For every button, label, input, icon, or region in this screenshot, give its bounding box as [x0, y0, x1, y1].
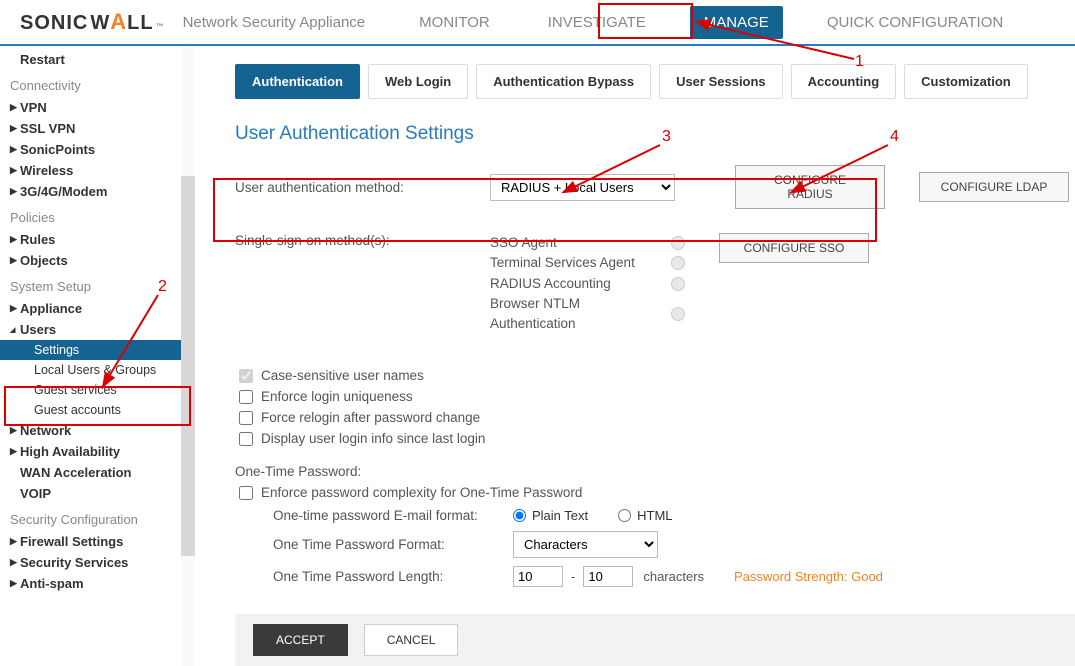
status-icon: [671, 256, 685, 270]
configure-sso-button[interactable]: CONFIGURE SSO: [719, 233, 869, 263]
nav-investigate[interactable]: INVESTIGATE: [534, 6, 660, 39]
case-sensitive-checkbox[interactable]: [239, 369, 253, 383]
caret-icon: ▶: [10, 186, 20, 197]
top-nav: MONITOR INVESTIGATE MANAGE QUICK CONFIGU…: [405, 6, 1017, 39]
tab-auth-bypass[interactable]: Authentication Bypass: [476, 64, 651, 99]
tab-accounting[interactable]: Accounting: [791, 64, 897, 99]
sidebar-wan-accel[interactable]: WAN Acceleration: [0, 462, 195, 483]
otp-plain-radio[interactable]: [513, 509, 526, 522]
tabs: Authentication Web Login Authentication …: [235, 64, 1075, 99]
caret-icon: ▶: [10, 446, 20, 457]
case-sensitive-label: Case-sensitive user names: [261, 368, 424, 383]
caret-icon: ▶: [10, 165, 20, 176]
auth-method-label: User authentication method:: [235, 180, 490, 195]
sidebar-sonicpoints[interactable]: ▶SonicPoints: [0, 139, 195, 160]
sidebar-vpn[interactable]: ▶VPN: [0, 97, 195, 118]
otp-heading: One-Time Password:: [235, 464, 1075, 479]
configure-radius-button[interactable]: CONFIGURE RADIUS: [735, 165, 885, 209]
logo-swoosh: A: [110, 9, 127, 34]
tab-customization[interactable]: Customization: [904, 64, 1028, 99]
sidebar-anti-spam[interactable]: ▶Anti-spam: [0, 573, 195, 594]
otp-length-min[interactable]: [513, 566, 563, 587]
force-relogin-checkbox[interactable]: [239, 411, 253, 425]
logo-left: SONIC: [20, 12, 88, 35]
sidebar-group-security: Security Configuration: [0, 504, 195, 531]
main-content: Authentication Web Login Authentication …: [195, 46, 1075, 666]
sidebar-users-settings[interactable]: Settings: [0, 340, 195, 360]
sidebar-wireless[interactable]: ▶Wireless: [0, 160, 195, 181]
logo-tm: ™: [156, 22, 165, 31]
caret-icon: ▶: [10, 102, 20, 113]
nav-manage[interactable]: MANAGE: [690, 6, 783, 39]
sidebar-users-local[interactable]: Local Users & Groups: [0, 360, 195, 380]
sidebar-objects[interactable]: ▶Objects: [0, 250, 195, 271]
otp-email-format-label: One-time password E-mail format:: [273, 508, 513, 523]
otp-format-select[interactable]: Characters: [513, 531, 658, 558]
sidebar-firewall[interactable]: ▶Firewall Settings: [0, 531, 195, 552]
sidebar-group-connectivity: Connectivity: [0, 70, 195, 97]
enforce-unique-label: Enforce login uniqueness: [261, 389, 413, 404]
otp-enforce-checkbox[interactable]: [239, 486, 253, 500]
tab-web-login[interactable]: Web Login: [368, 64, 468, 99]
sidebar-rules[interactable]: ▶Rules: [0, 229, 195, 250]
sidebar-users-guest-services[interactable]: Guest services: [0, 380, 195, 400]
sso-methods: SSO Agent Terminal Services Agent RADIUS…: [490, 233, 685, 334]
header-subtitle: Network Security Appliance: [183, 14, 366, 31]
sidebar-users[interactable]: ◢Users: [0, 319, 195, 340]
otp-length-max[interactable]: [583, 566, 633, 587]
caret-icon: ▶: [10, 255, 20, 266]
otp-enforce-label: Enforce password complexity for One-Time…: [261, 485, 582, 500]
tab-user-sessions[interactable]: User Sessions: [659, 64, 783, 99]
sidebar-sec-services[interactable]: ▶Security Services: [0, 552, 195, 573]
section-title: User Authentication Settings: [235, 123, 1075, 145]
caret-icon: ▶: [10, 123, 20, 134]
tab-authentication[interactable]: Authentication: [235, 64, 360, 99]
logo-right: WALL: [90, 9, 153, 35]
sidebar-users-guest-accounts[interactable]: Guest accounts: [0, 400, 195, 420]
sso-label: Single-sign-on method(s):: [235, 233, 490, 248]
otp-length-label: One Time Password Length:: [273, 569, 513, 584]
display-login-info-label: Display user login info since last login: [261, 431, 485, 446]
sidebar-modem[interactable]: ▶3G/4G/Modem: [0, 181, 195, 202]
sidebar-network[interactable]: ▶Network: [0, 420, 195, 441]
sidebar-ha[interactable]: ▶High Availability: [0, 441, 195, 462]
accept-button[interactable]: ACCEPT: [253, 624, 348, 656]
scrollbar-thumb[interactable]: [181, 176, 195, 556]
caret-icon: ▶: [10, 578, 20, 589]
enforce-unique-checkbox[interactable]: [239, 390, 253, 404]
caret-icon: ▶: [10, 303, 20, 314]
display-login-info-checkbox[interactable]: [239, 432, 253, 446]
otp-html-radio[interactable]: [618, 509, 631, 522]
caret-icon: ▶: [10, 234, 20, 245]
nav-quick-config[interactable]: QUICK CONFIGURATION: [813, 6, 1017, 39]
caret-icon: ▶: [10, 536, 20, 547]
nav-monitor[interactable]: MONITOR: [405, 6, 504, 39]
caret-icon: ▶: [10, 557, 20, 568]
password-strength: Password Strength: Good: [734, 569, 883, 584]
sidebar-sslvpn[interactable]: ▶SSL VPN: [0, 118, 195, 139]
configure-ldap-button[interactable]: CONFIGURE LDAP: [919, 172, 1069, 202]
sidebar-appliance[interactable]: ▶Appliance: [0, 298, 195, 319]
cancel-button[interactable]: CANCEL: [364, 624, 459, 656]
sidebar-group-policies: Policies: [0, 202, 195, 229]
sidebar-group-system: System Setup: [0, 271, 195, 298]
auth-method-select[interactable]: RADIUS + Local Users: [490, 174, 675, 201]
sidebar-restart[interactable]: Restart: [0, 46, 195, 70]
sidebar-voip[interactable]: VOIP: [0, 483, 195, 504]
otp-length-suffix: characters: [643, 569, 704, 584]
sidebar: ▲ Restart Connectivity ▶VPN ▶SSL VPN ▶So…: [0, 46, 195, 666]
caret-icon: ▶: [10, 144, 20, 155]
otp-format-label: One Time Password Format:: [273, 537, 513, 552]
caret-down-icon: ◢: [10, 326, 20, 334]
force-relogin-label: Force relogin after password change: [261, 410, 480, 425]
status-icon: [671, 307, 685, 321]
logo: SONIC WALL ™: [20, 9, 165, 35]
caret-icon: ▶: [10, 425, 20, 436]
app-header: SONIC WALL ™ Network Security Appliance …: [0, 0, 1075, 46]
status-icon: [671, 277, 685, 291]
footer-bar: ACCEPT CANCEL: [235, 614, 1075, 666]
status-icon: [671, 236, 685, 250]
dash: -: [571, 569, 575, 584]
